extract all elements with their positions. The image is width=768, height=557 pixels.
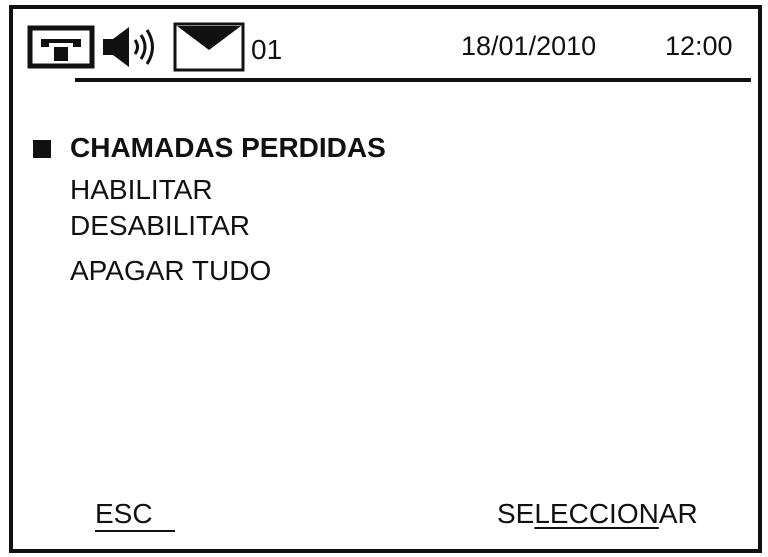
lcd-screen: 01 18/01/2010 12:00 CHAMADAS PERDIDAS HA… — [9, 5, 762, 553]
status-bar: 01 18/01/2010 12:00 — [13, 9, 758, 77]
envelope-icon — [173, 20, 245, 72]
menu-title: CHAMADAS PERDIDAS — [70, 132, 386, 163]
date-display: 18/01/2010 — [461, 31, 597, 61]
menu-item-apagar-tudo[interactable]: APAGAR TUDO — [70, 254, 271, 288]
esc-softkey[interactable]: ESC — [95, 497, 175, 532]
message-count: 01 — [251, 34, 283, 65]
selection-bullet-icon — [33, 140, 51, 158]
select-softkey-underlined: LECCION — [534, 498, 659, 529]
select-softkey[interactable]: SELECCIONAR — [497, 497, 698, 531]
speaker-icon — [101, 23, 159, 71]
time-display: 12:00 — [665, 31, 733, 61]
menu-item-desabilitar[interactable]: DESABILITAR — [70, 209, 250, 243]
select-softkey-prefix: SE — [497, 498, 535, 529]
telephone-icon — [27, 25, 95, 69]
select-softkey-suffix: AR — [658, 498, 698, 529]
header-divider — [75, 78, 751, 82]
menu-item-habilitar[interactable]: HABILITAR — [70, 173, 213, 207]
